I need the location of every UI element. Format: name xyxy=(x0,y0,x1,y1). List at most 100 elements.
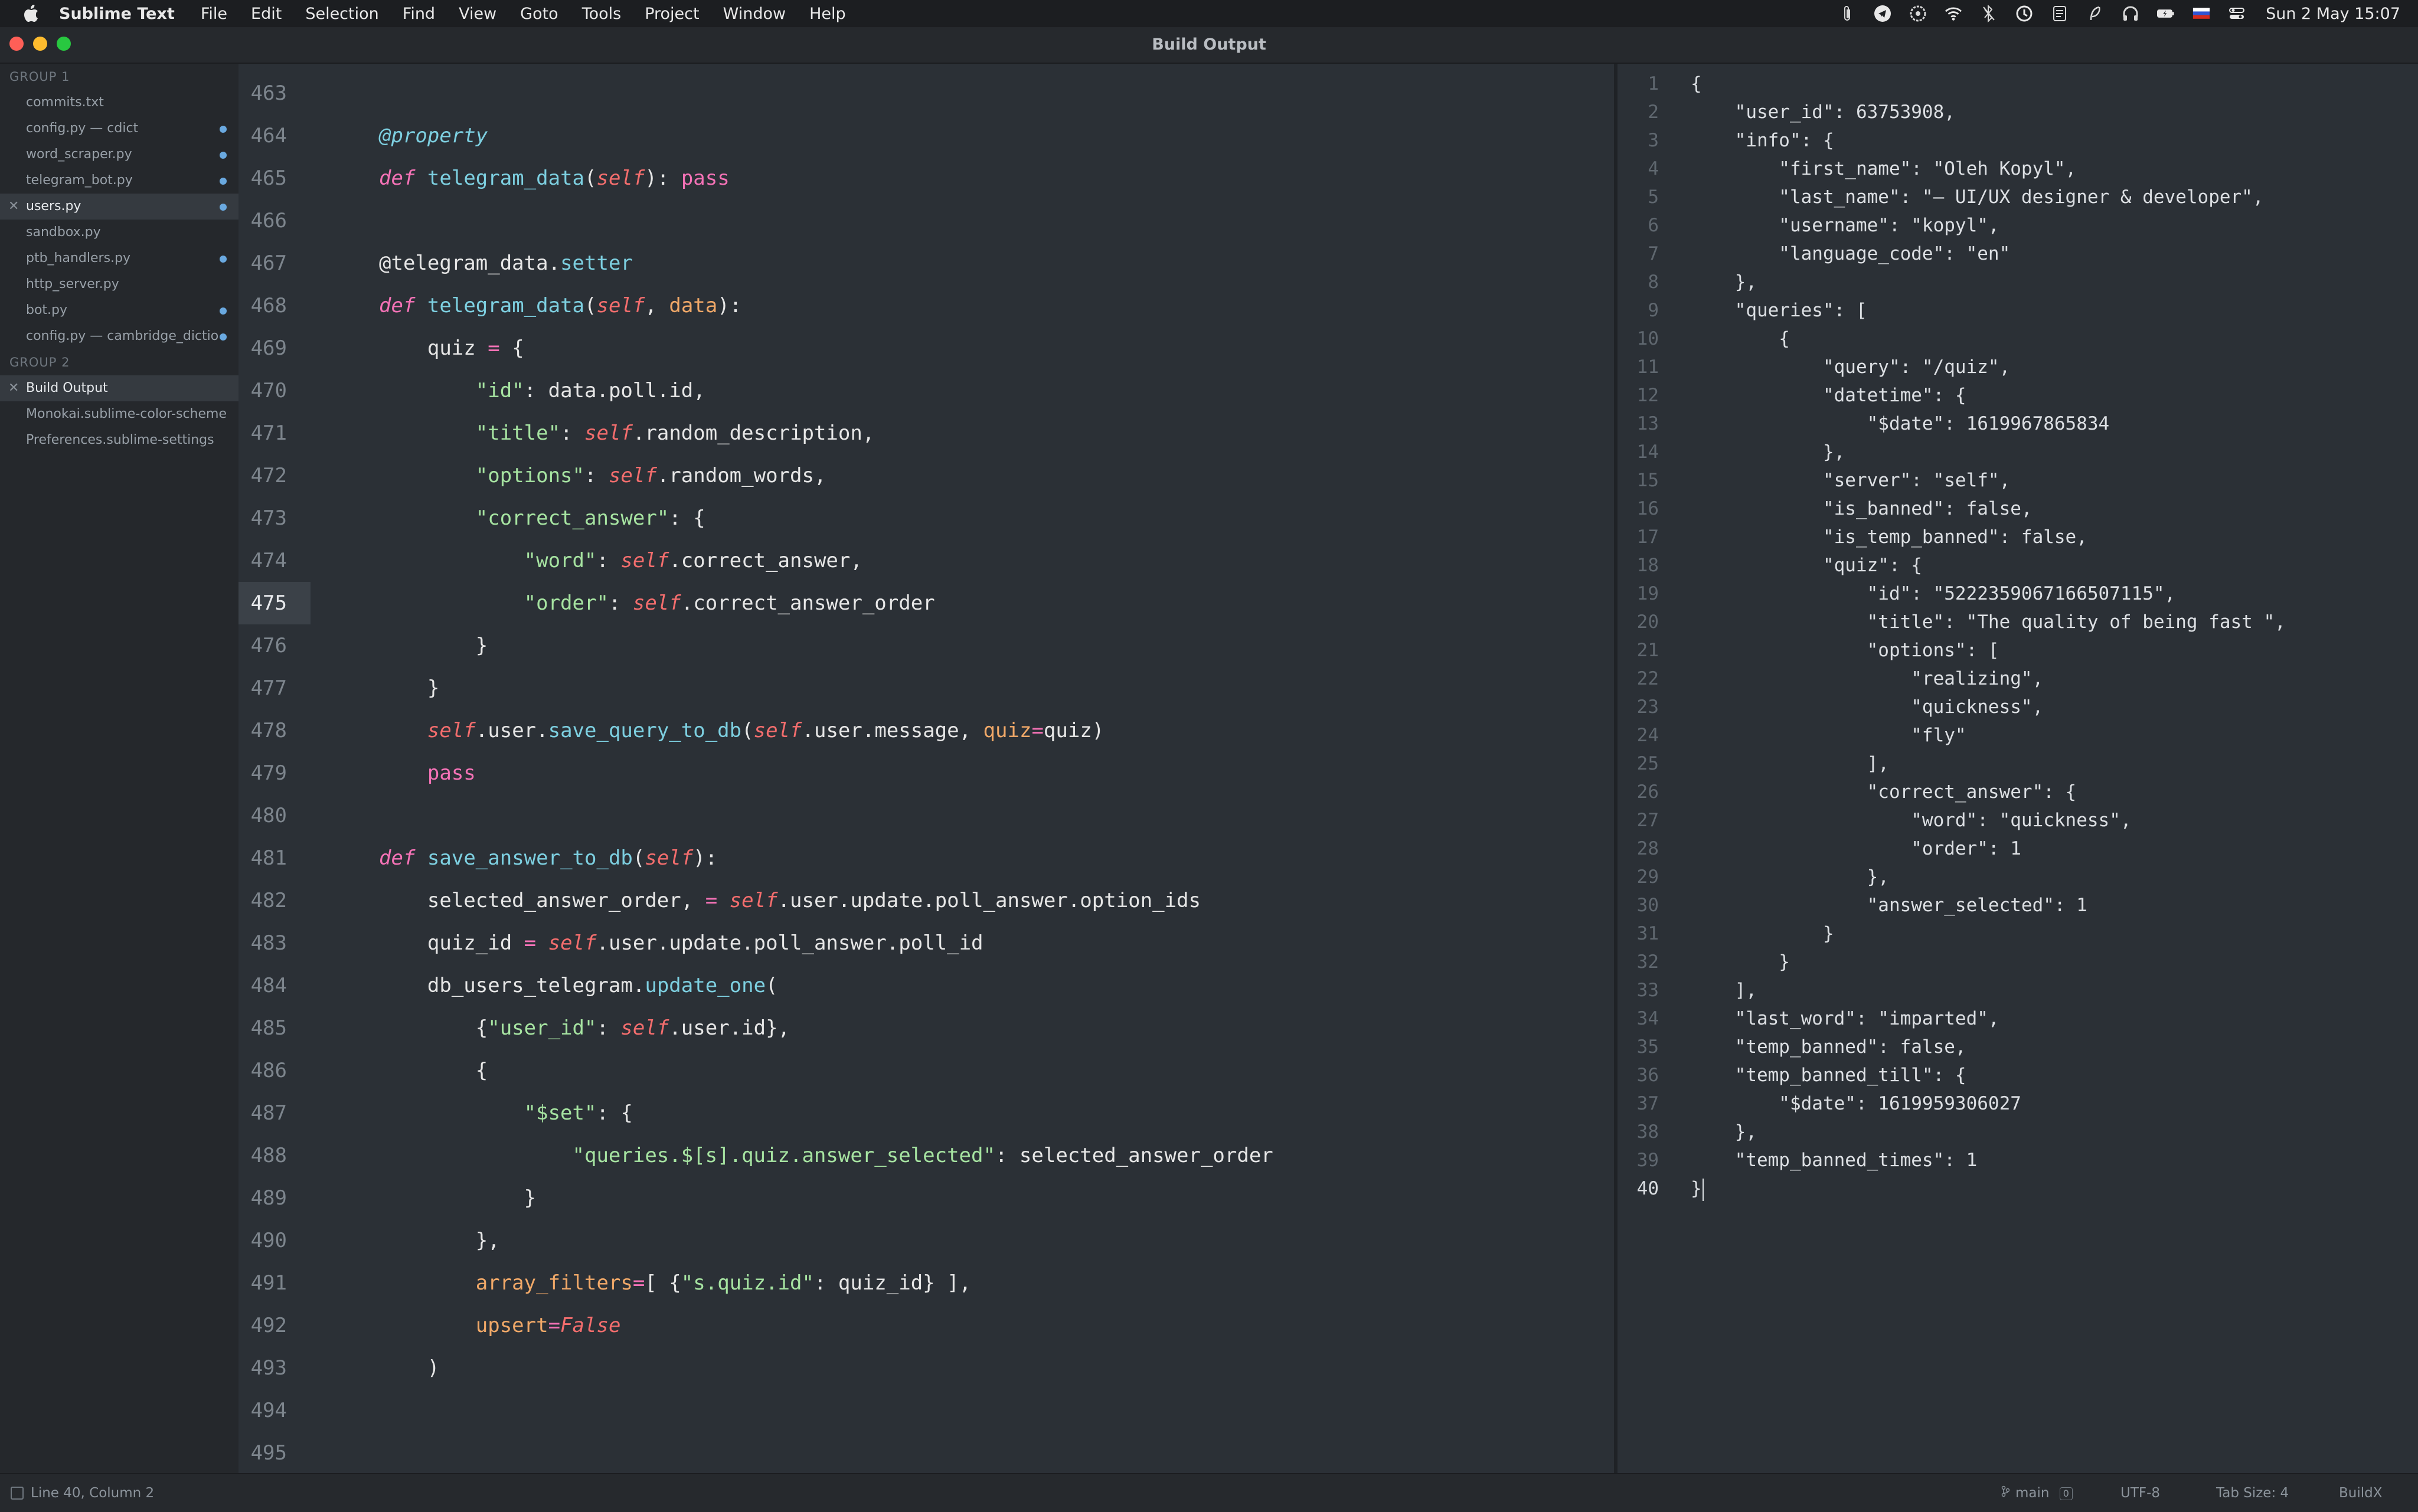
output-line[interactable]: 32 } xyxy=(1618,948,2418,976)
git-branch-status[interactable]: main 0 xyxy=(2001,1474,2073,1512)
output-line[interactable]: 34 "last_word": "imparted", xyxy=(1618,1004,2418,1033)
code-line[interactable]: 473 "correct_answer": { xyxy=(238,497,1614,539)
menu-selection[interactable]: Selection xyxy=(305,5,378,23)
output-line[interactable]: 10 { xyxy=(1618,325,2418,353)
code-line[interactable]: 485 {"user_id": self.user.id}, xyxy=(238,1007,1614,1049)
code-line[interactable]: 493 ) xyxy=(238,1347,1614,1389)
sidebar-file-preferences-sublime-settings[interactable]: Preferences.sublime-settings xyxy=(0,427,238,453)
menu-view[interactable]: View xyxy=(459,5,496,23)
output-line[interactable]: 9 "queries": [ xyxy=(1618,296,2418,325)
code-line[interactable]: 489 } xyxy=(238,1177,1614,1219)
code-line[interactable]: 468 def telegram_data(self, data): xyxy=(238,284,1614,327)
code-line[interactable]: 482 selected_answer_order, = self.user.u… xyxy=(238,879,1614,922)
sidebar-file-config-py-cdict[interactable]: config.py — cdict xyxy=(0,116,238,142)
output-line[interactable]: 40} xyxy=(1618,1174,2418,1203)
output-line[interactable]: 24 "fly" xyxy=(1618,721,2418,750)
output-line[interactable]: 13 "$date": 1619967865834 xyxy=(1618,410,2418,438)
output-line[interactable]: 1{ xyxy=(1618,70,2418,98)
output-line[interactable]: 15 "server": "self", xyxy=(1618,466,2418,495)
output-line[interactable]: 26 "correct_answer": { xyxy=(1618,778,2418,806)
code-line[interactable]: 463 xyxy=(238,72,1614,114)
output-line[interactable]: 19 "id": "5222359067166507115", xyxy=(1618,580,2418,608)
sidebar-file-commits-txt[interactable]: commits.txt xyxy=(0,90,238,116)
output-line[interactable]: 14 }, xyxy=(1618,438,2418,466)
output-line[interactable]: 17 "is_temp_banned": false, xyxy=(1618,523,2418,551)
sidebar-file-config-py-cambridge-dictio[interactable]: config.py — cambridge_dictio xyxy=(0,323,238,349)
code-line[interactable]: 479 pass xyxy=(238,752,1614,794)
code-line[interactable]: 471 "title": self.random_description, xyxy=(238,412,1614,454)
code-line[interactable]: 464 @property xyxy=(238,114,1614,157)
output-line[interactable]: 27 "word": "quickness", xyxy=(1618,806,2418,834)
code-line[interactable]: 494 xyxy=(238,1389,1614,1432)
output-line[interactable]: 25 ], xyxy=(1618,750,2418,778)
headphones-icon[interactable] xyxy=(2122,5,2139,22)
input-source-flag-icon[interactable] xyxy=(2192,5,2210,22)
build-output-pane[interactable]: 1{2 "user_id": 63753908, 3 "info": {4 "fi… xyxy=(1618,64,2418,1473)
code-editor-pane-users-py[interactable]: 463 464 @property 465 def telegram_data(self… xyxy=(238,64,1614,1473)
output-line[interactable]: 31 } xyxy=(1618,919,2418,948)
wifi-icon[interactable] xyxy=(1945,5,1962,22)
output-line[interactable]: 2 "user_id": 63753908, xyxy=(1618,98,2418,126)
tab-size-status[interactable]: Tab Size: 4 xyxy=(2216,1474,2289,1512)
encoding-status[interactable]: UTF-8 xyxy=(2120,1474,2160,1512)
output-line[interactable]: 23 "quickness", xyxy=(1618,693,2418,721)
output-line[interactable]: 35 "temp_banned": false, xyxy=(1618,1033,2418,1061)
app-menu[interactable]: Sublime Text xyxy=(59,5,175,23)
output-line[interactable]: 29 }, xyxy=(1618,863,2418,891)
close-file-icon[interactable]: ✕ xyxy=(8,194,19,220)
code-line[interactable]: 472 "options": self.random_words, xyxy=(238,454,1614,497)
bluetooth-off-icon[interactable] xyxy=(1980,5,1998,22)
code-line[interactable]: 487 "$set": { xyxy=(238,1092,1614,1134)
code-line[interactable]: 475 "order": self.correct_answer_order xyxy=(238,582,1614,624)
code-line[interactable]: 488 "queries.$[s].quiz.answer_selected":… xyxy=(238,1134,1614,1177)
output-line[interactable]: 3 "info": { xyxy=(1618,126,2418,155)
code-line[interactable]: 481 def save_answer_to_db(self): xyxy=(238,837,1614,879)
code-line[interactable]: 477 } xyxy=(238,667,1614,709)
output-line[interactable]: 20 "title": "The quality of being fast "… xyxy=(1618,608,2418,636)
build-system-status[interactable]: BuildX xyxy=(2339,1474,2383,1512)
telegram-icon[interactable] xyxy=(1874,5,1891,22)
code-line[interactable]: 466 xyxy=(238,199,1614,242)
sidebar-file-users-py[interactable]: ✕ users.py xyxy=(0,194,238,220)
output-line[interactable]: 18 "quiz": { xyxy=(1618,551,2418,580)
output-line[interactable]: 36 "temp_banned_till": { xyxy=(1618,1061,2418,1089)
sidebar-file-ptb-handlers-py[interactable]: ptb_handlers.py xyxy=(0,246,238,271)
code-line[interactable]: 490 }, xyxy=(238,1219,1614,1262)
menu-window[interactable]: Window xyxy=(723,5,786,23)
output-line[interactable]: 38 }, xyxy=(1618,1118,2418,1146)
code-line[interactable]: 483 quiz_id = self.user.update.poll_answ… xyxy=(238,922,1614,964)
output-line[interactable]: 7 "language_code": "en" xyxy=(1618,240,2418,268)
menu-file[interactable]: File xyxy=(201,5,227,23)
sidebar-file-bot-py[interactable]: bot.py xyxy=(0,297,238,323)
feather-icon[interactable] xyxy=(2086,5,2104,22)
code-line[interactable]: 467 @telegram_data.setter xyxy=(238,242,1614,284)
battery-charging-icon[interactable] xyxy=(2157,5,2175,22)
output-line[interactable]: 6 "username": "kopyl", xyxy=(1618,211,2418,240)
menu-edit[interactable]: Edit xyxy=(251,5,282,23)
apple-logo-icon[interactable] xyxy=(24,5,40,22)
code-line[interactable]: 491 array_filters=[ {"s.quiz.id": quiz_i… xyxy=(238,1262,1614,1304)
menu-goto[interactable]: Goto xyxy=(520,5,558,23)
close-file-icon[interactable]: ✕ xyxy=(8,375,19,401)
output-line[interactable]: 37 "$date": 1619959306027 xyxy=(1618,1089,2418,1118)
menu-project[interactable]: Project xyxy=(645,5,699,23)
code-line[interactable]: 484 db_users_telegram.update_one( xyxy=(238,964,1614,1007)
code-line[interactable]: 495 xyxy=(238,1432,1614,1473)
notes-icon[interactable] xyxy=(2051,5,2069,22)
output-line[interactable]: 16 "is_banned": false, xyxy=(1618,495,2418,523)
output-line[interactable]: 28 "order": 1 xyxy=(1618,834,2418,863)
sidebar-file-telegram-bot-py[interactable]: telegram_bot.py xyxy=(0,168,238,194)
menubar-clock[interactable]: Sun 2 May 15:07 xyxy=(2266,5,2400,23)
output-line[interactable]: 39 "temp_banned_times": 1 xyxy=(1618,1146,2418,1174)
code-line[interactable]: 478 self.user.save_query_to_db(self.user… xyxy=(238,709,1614,752)
output-line[interactable]: 22 "realizing", xyxy=(1618,665,2418,693)
menu-help[interactable]: Help xyxy=(809,5,846,23)
output-line[interactable]: 33 ], xyxy=(1618,976,2418,1004)
output-line[interactable]: 11 "query": "/quiz", xyxy=(1618,353,2418,381)
menu-find[interactable]: Find xyxy=(403,5,435,23)
code-line[interactable]: 469 quiz = { xyxy=(238,327,1614,369)
gear-badge-icon[interactable] xyxy=(1909,5,1927,22)
code-line[interactable]: 492 upsert=False xyxy=(238,1304,1614,1347)
output-line[interactable]: 8 }, xyxy=(1618,268,2418,296)
code-line[interactable]: 470 "id": data.poll.id, xyxy=(238,369,1614,412)
